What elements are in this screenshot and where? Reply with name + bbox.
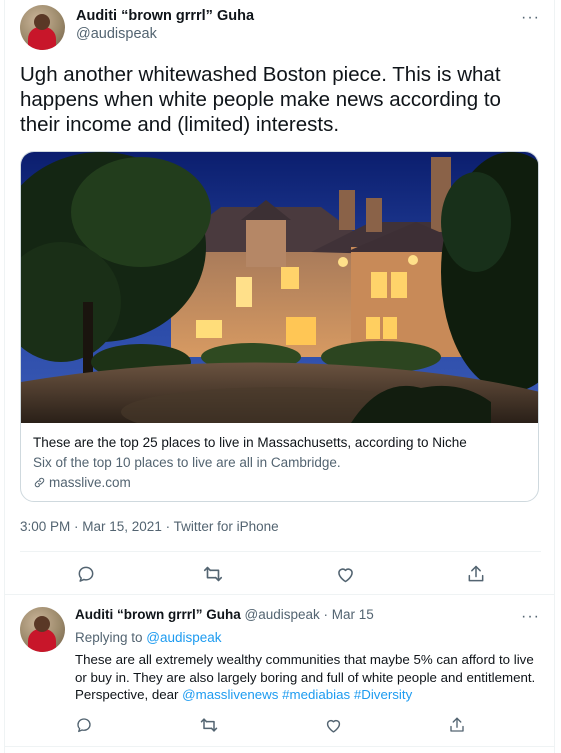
divider bbox=[20, 551, 541, 552]
card-image bbox=[21, 152, 538, 423]
mention-link[interactable]: @masslivenews bbox=[182, 687, 278, 702]
retweet-icon[interactable] bbox=[196, 557, 230, 591]
replying-prefix: Replying to bbox=[75, 630, 147, 645]
link-icon bbox=[34, 477, 45, 488]
avatar-head bbox=[34, 14, 50, 30]
more-options-icon[interactable]: ··· bbox=[521, 10, 540, 26]
avatar-head bbox=[34, 616, 50, 632]
share-icon[interactable] bbox=[440, 708, 474, 742]
hashtag-link[interactable]: #Diversity bbox=[354, 687, 412, 702]
replying-handle-link[interactable]: @audispeak bbox=[146, 630, 221, 645]
card-domain: masslive.com bbox=[33, 475, 131, 490]
reply-icon[interactable] bbox=[67, 708, 101, 742]
reply-author-avatar[interactable] bbox=[20, 607, 65, 652]
tweet-text: Ugh another whitewashed Boston piece. Th… bbox=[20, 63, 501, 136]
divider bbox=[4, 746, 555, 747]
like-icon[interactable] bbox=[328, 557, 362, 591]
card-description: Six of the top 10 places to live are all… bbox=[33, 455, 341, 470]
author-name[interactable]: Auditi “brown grrrl” Guha bbox=[76, 8, 254, 24]
author-avatar[interactable] bbox=[20, 5, 65, 50]
like-icon[interactable] bbox=[316, 708, 350, 742]
tweet-timestamp[interactable]: 3:00 PM · Mar 15, 2021 · Twitter for iPh… bbox=[20, 519, 279, 534]
avatar-shirt bbox=[28, 27, 56, 50]
reply-header: Auditi “brown grrrl” Guha @audispeak · M… bbox=[75, 607, 374, 622]
hashtag-link[interactable]: #mediabias bbox=[282, 687, 350, 702]
retweet-icon[interactable] bbox=[192, 708, 226, 742]
card-domain-text: masslive.com bbox=[49, 475, 131, 490]
avatar-shirt bbox=[28, 629, 56, 652]
reply-more-options-icon[interactable]: ··· bbox=[521, 609, 540, 625]
reply-text: These are all extremely wealthy communit… bbox=[75, 651, 540, 704]
author-handle[interactable]: @audispeak bbox=[76, 26, 157, 42]
divider bbox=[4, 594, 555, 595]
replying-to: Replying to @audispeak bbox=[75, 630, 222, 645]
share-icon[interactable] bbox=[459, 557, 493, 591]
reply-icon[interactable] bbox=[69, 557, 103, 591]
card-title: These are the top 25 places to live in M… bbox=[33, 435, 467, 450]
reply-author-name[interactable]: Auditi “brown grrrl” Guha bbox=[75, 607, 241, 622]
reply-handle-date[interactable]: @audispeak · Mar 15 bbox=[245, 607, 374, 622]
link-card[interactable]: These are the top 25 places to live in M… bbox=[20, 151, 539, 502]
